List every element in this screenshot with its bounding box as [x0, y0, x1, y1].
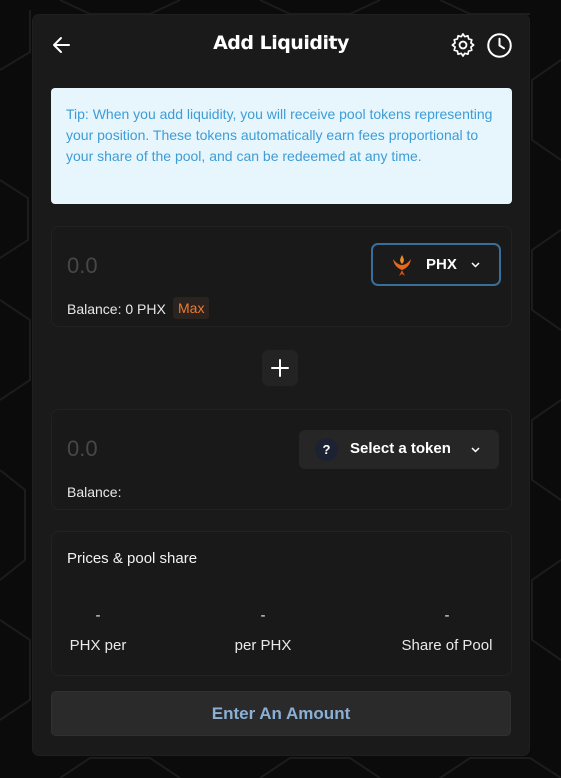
token-a-select-button[interactable]: PHX: [371, 243, 501, 286]
price-value: -: [260, 607, 266, 624]
add-liquidity-card: Add Liquidity Tip: When you add liquidit…: [33, 15, 529, 755]
token-b-select-button[interactable]: ? Select a token: [299, 430, 499, 469]
price-value: -: [444, 607, 450, 624]
enter-amount-button[interactable]: Enter An Amount: [51, 691, 511, 736]
prices-title: Prices & pool share: [67, 550, 198, 567]
phoenix-logo-icon: [393, 255, 411, 276]
add-token-button[interactable]: [262, 350, 298, 386]
tip-box: Tip: When you add liquidity, you will re…: [51, 88, 512, 204]
token-a-input-panel: PHX Balance: 0 PHX Max: [51, 226, 512, 327]
gear-icon: [451, 33, 475, 57]
token-a-amount-input[interactable]: [67, 253, 267, 279]
token-a-balance: Balance: 0 PHX: [67, 301, 166, 317]
token-b-amount-input[interactable]: [67, 436, 267, 462]
clock-icon: [487, 33, 512, 58]
price-col-share-of-pool: - Share of Pool: [398, 606, 496, 656]
select-token-label: Select a token: [350, 440, 451, 457]
price-col-per-phx: - per PHX: [232, 606, 294, 656]
card-header: Add Liquidity: [33, 15, 529, 75]
token-a-symbol: PHX: [426, 256, 457, 273]
chevron-down-icon: [471, 262, 480, 268]
prices-pool-share-panel: Prices & pool share - PHX per - per PHX …: [51, 531, 512, 676]
history-button[interactable]: [486, 32, 513, 59]
plus-icon: [271, 359, 289, 377]
token-b-input-panel: ? Select a token Balance:: [51, 409, 512, 510]
price-label: per PHX: [234, 637, 292, 654]
unknown-token-icon: ?: [315, 438, 338, 461]
chevron-down-icon: [471, 447, 480, 453]
token-b-balance: Balance:: [67, 484, 122, 500]
price-label: Share of Pool: [401, 637, 493, 654]
price-col-phx-per: - PHX per: [67, 606, 129, 656]
settings-button[interactable]: [450, 32, 476, 58]
price-label: PHX per: [69, 637, 127, 654]
max-button[interactable]: Max: [173, 297, 210, 319]
price-value: -: [95, 607, 101, 624]
